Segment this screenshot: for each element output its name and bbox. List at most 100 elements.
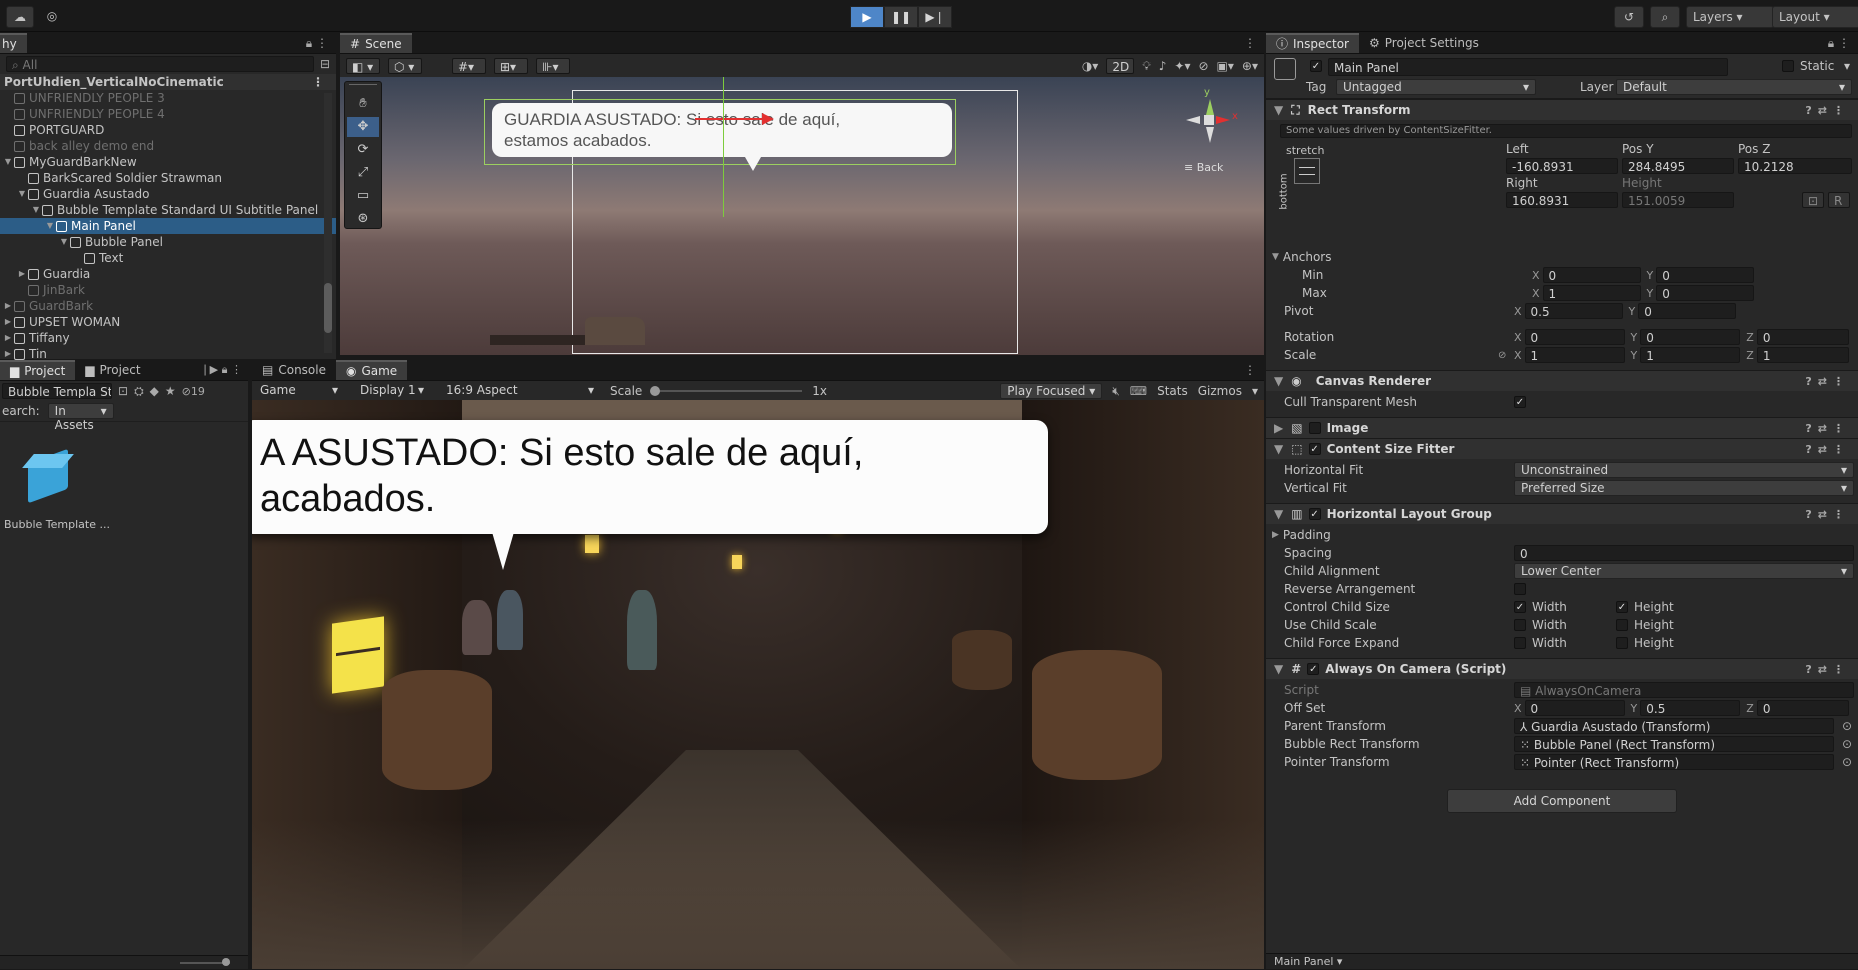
object-picker-icon[interactable]: ⊙ [1842,737,1852,751]
pivot-x[interactable]: 0.5 [1524,303,1623,319]
object-name-field[interactable]: Main Panel [1328,58,1728,76]
scale-x[interactable]: 1 [1524,347,1625,363]
anchor-min-x[interactable]: 0 [1542,267,1641,283]
play-focused-dropdown[interactable]: Play Focused ▾ [1000,383,1103,399]
move-handle-arrow[interactable] [762,113,774,125]
transform-tool-icon[interactable]: ⊛ [347,209,379,229]
collab-icon[interactable]: ◎ [40,6,64,26]
content-size-fitter-header[interactable]: ▼ ⬚ ✓ Content Size Fitter ?⇄⋮ [1266,438,1858,459]
hierarchy-item[interactable]: ▶ GuardBark [0,298,336,314]
type-filter-icon[interactable]: ⛭ [134,384,144,399]
hierarchy-search-input[interactable]: ⌕ All [6,56,314,72]
scene-header[interactable]: PortUhdien_VerticalNoCinematic ⋮ [0,74,336,90]
expand-width-checkbox[interactable] [1514,637,1526,649]
scale-tool-icon[interactable]: ⤢ [347,163,379,183]
foldout-arrow[interactable]: ▼ [30,202,42,218]
hierarchy-item[interactable]: ▶ UPSET WOMAN [0,314,336,330]
bubble-rect-field[interactable]: ⁙ Bubble Panel (Rect Transform) [1514,736,1834,752]
display-dropdown[interactable]: Display 1 ▾ [354,383,430,399]
game-mode-dropdown[interactable]: Game ▾ [254,383,344,399]
padding-foldout[interactable]: ▶ Padding [1266,526,1858,544]
scrollbar-thumb[interactable] [324,283,332,333]
pointer-transform-field[interactable]: ⁙ Pointer (Rect Transform) [1514,754,1834,770]
link-icon[interactable]: ⊘ [1498,350,1514,361]
vfit-dropdown[interactable]: Preferred Size ▾ [1514,480,1854,496]
search-scope-dropdown[interactable]: In Assets ▾ [47,403,114,432]
inspector-footer[interactable]: Main Panel ▾ [1266,953,1858,969]
grid-snap-icon[interactable]: #▾ [452,58,486,74]
foldout-arrow[interactable]: ▼ [44,218,56,234]
posy-field[interactable]: 284.8495 [1622,158,1734,174]
expand-height-checkbox[interactable] [1616,637,1628,649]
component-menu-icons[interactable]: ?⇄⋮ [1805,508,1850,521]
foldout-arrow[interactable]: ▼ [16,186,28,202]
active-checkbox[interactable]: ✓ [1310,60,1322,72]
component-menu-icons[interactable]: ?⇄⋮ [1805,663,1850,676]
foldout-arrow[interactable]: ▶ [1274,421,1283,435]
anchor-min-y[interactable]: 0 [1656,267,1755,283]
lock-icon[interactable]: 🔒︎ ⋮ [1828,36,1850,51]
foldout-arrow[interactable]: ▶ [2,298,14,314]
tab-inspector[interactable]: ⓘ Inspector [1266,33,1359,53]
lock-icon[interactable]: 🔒︎ ⋮ [306,36,328,51]
anchor-presets-button[interactable] [1294,158,1320,184]
hierarchy-item[interactable]: ▼ Guardia Asustado [0,186,336,202]
lock-icon[interactable]: ❘▶ 🔒︎ ⋮ [200,363,242,377]
foldout-arrow[interactable]: ▼ [1274,662,1283,676]
tab-project-1[interactable]: ▆ Project [0,360,76,380]
rotation-x[interactable]: 0 [1524,329,1625,345]
foldout-arrow[interactable]: ▼ [1274,442,1283,456]
layer-dropdown[interactable]: Default ▾ [1616,79,1852,95]
posz-field[interactable]: 10.2128 [1738,158,1852,174]
offset-y[interactable]: 0.5 [1640,700,1741,716]
scale-width-checkbox[interactable] [1514,619,1526,631]
right-field[interactable]: 160.8931 [1506,192,1618,208]
rotation-y[interactable]: 0 [1640,329,1741,345]
component-menu-icons[interactable]: ?⇄⋮ [1805,443,1850,456]
play-button[interactable]: ▶ [850,6,884,28]
orientation-gizmo[interactable]: y x [1178,87,1238,147]
tag-dropdown[interactable]: Untagged ▾ [1336,79,1536,95]
hand-tool-icon[interactable]: ✋︎ [347,94,379,114]
offset-x[interactable]: 0 [1524,700,1625,716]
parent-transform-field[interactable]: ⅄ Guardia Asustado (Transform) [1514,718,1834,734]
effects-icon[interactable]: ✦▾ [1174,59,1190,73]
left-field[interactable]: -160.8931 [1506,158,1618,174]
draw-mode-icon[interactable]: ◧ ▾ [346,58,380,74]
move-handle-x[interactable] [695,118,769,120]
scene-viewport[interactable]: ✋︎ ✥ ⟳ ⤢ ▭ ⊛ GUARDIA ASUSTADO: Si esto s… [340,77,1264,355]
hfit-dropdown[interactable]: Unconstrained ▾ [1514,462,1854,478]
tab-game[interactable]: ◉ Game [335,360,408,380]
hierarchy-item[interactable]: ▼ Bubble Template Standard UI Subtitle Pa… [0,202,336,218]
anchors-foldout[interactable]: ▼ Anchors [1266,248,1858,266]
rect-tool-icon[interactable]: ▭ [347,186,379,206]
game-menu-icon[interactable]: ⋮ [1244,363,1256,377]
child-alignment-dropdown[interactable]: Lower Center ▾ [1514,563,1854,579]
keyboard-icon[interactable]: ⌨ [1130,384,1147,398]
search-icon[interactable]: ⌕ [1650,6,1680,28]
anchor-max-x[interactable]: 1 [1542,285,1641,301]
tab-scene[interactable]: # Scene [340,33,412,53]
camera-icon[interactable]: ▣▾ [1217,59,1234,73]
gizmos-button[interactable]: Gizmos [1198,384,1242,398]
stats-button[interactable]: Stats [1157,384,1188,398]
object-picker-icon[interactable]: ⊙ [1842,755,1852,769]
hlg-enabled-checkbox[interactable]: ✓ [1308,508,1321,520]
hierarchy-item[interactable]: back alley demo end [0,138,336,154]
foldout-arrow[interactable]: ▶ [2,330,14,346]
favorite-icon[interactable]: ★ [165,384,176,398]
hierarchy-item[interactable]: BarkScared Soldier Strawman [0,170,336,186]
foldout-arrow[interactable]: ▼ [1274,103,1283,117]
history-icon[interactable]: ↺ [1614,6,1644,28]
scale-z[interactable]: 1 [1756,347,1849,363]
scene-menu-icon[interactable]: ⋮ [1244,36,1256,50]
raw-edit-button[interactable]: R [1828,192,1850,208]
move-tool-icon[interactable]: ✥ [347,117,379,137]
visibility-icon[interactable]: ⊘ [1198,59,1208,73]
light-icon[interactable]: 💡︎ [1142,59,1150,74]
hidden-packages-toggle[interactable]: ⊘19 [182,385,205,398]
step-button[interactable]: ▶❘ [918,6,952,28]
component-menu-icons[interactable]: ?⇄⋮ [1805,375,1850,388]
scale-slider[interactable] [650,386,803,396]
control-height-checkbox[interactable]: ✓ [1616,601,1628,613]
